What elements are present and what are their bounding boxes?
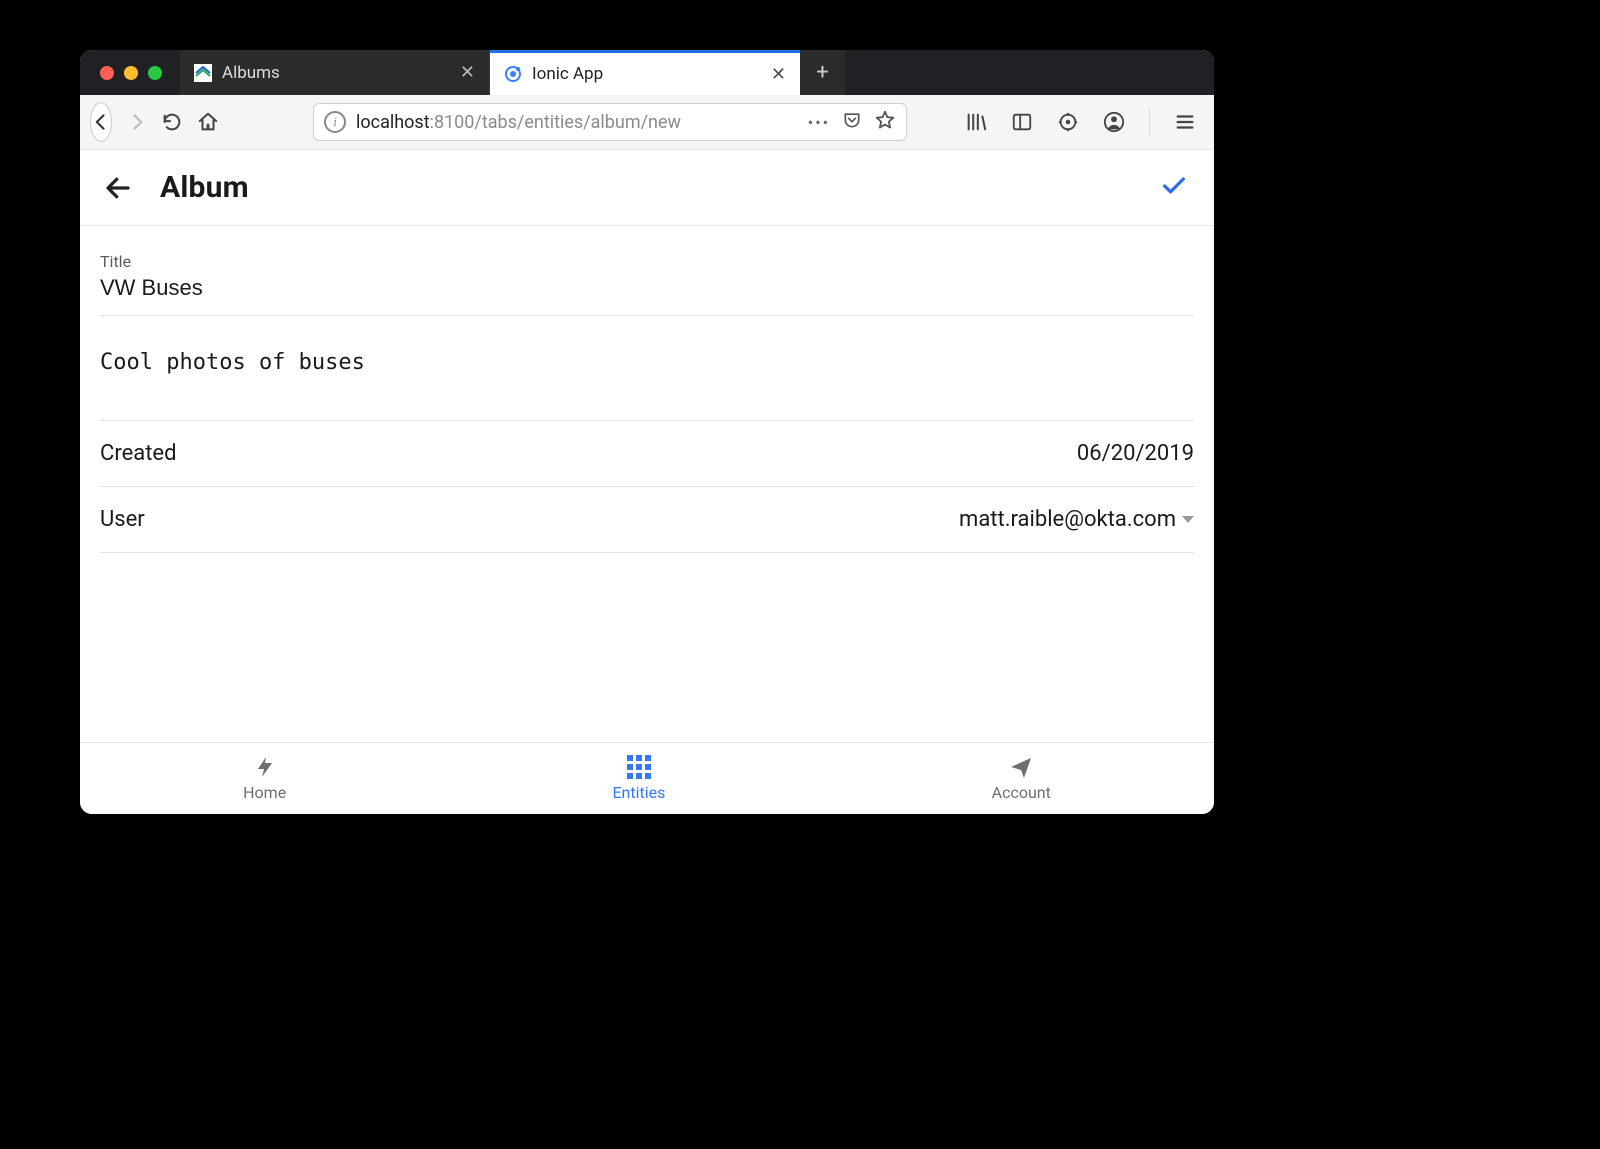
chevron-down-icon [1182, 516, 1194, 523]
nav-forward-button [126, 102, 147, 142]
title-input[interactable] [100, 275, 1194, 301]
tab-home[interactable]: Home [243, 755, 286, 802]
reload-button[interactable] [161, 107, 183, 137]
created-label: Created [100, 441, 176, 466]
url-toolbar: i localhost:8100/tabs/entities/album/new… [80, 95, 1214, 150]
flash-icon [253, 755, 277, 779]
user-value: matt.raible@okta.com [959, 507, 1176, 532]
save-button[interactable] [1160, 172, 1188, 204]
browser-tab-ionic[interactable]: Ionic App ✕ [490, 50, 800, 95]
favicon-icon [504, 65, 522, 83]
title-label: Title [100, 252, 1194, 271]
titlebar: Albums ✕ Ionic App ✕ + [80, 50, 1214, 95]
browser-window: Albums ✕ Ionic App ✕ + [80, 50, 1214, 814]
tab-label: Account [992, 783, 1051, 802]
extension-icon[interactable] [1053, 107, 1083, 137]
field-created[interactable]: Created 06/20/2019 [100, 421, 1194, 487]
content: Title Created 06/20/2019 User matt.raibl… [80, 226, 1214, 742]
send-icon [1009, 755, 1033, 779]
tab-account[interactable]: Account [992, 755, 1051, 802]
profile-icon[interactable] [1099, 107, 1129, 137]
pocket-icon[interactable] [842, 110, 862, 134]
sidebar-icon[interactable] [1007, 107, 1037, 137]
home-button[interactable] [197, 107, 219, 137]
back-button[interactable] [100, 170, 136, 206]
field-user[interactable]: User matt.raible@okta.com [100, 487, 1194, 553]
favicon-icon [194, 64, 212, 82]
address-bar[interactable]: i localhost:8100/tabs/entities/album/new… [313, 103, 907, 141]
nav-back-button[interactable] [90, 102, 112, 142]
app-header: Album [80, 150, 1214, 226]
tab-label: Ionic App [532, 64, 761, 84]
bookmark-star-icon[interactable] [874, 109, 896, 135]
tab-label: Home [243, 783, 286, 802]
url-host: localhost [356, 112, 430, 133]
tab-entities[interactable]: Entities [612, 755, 665, 802]
field-description[interactable] [100, 316, 1194, 421]
tab-label: Albums [222, 63, 450, 83]
close-tab-icon[interactable]: ✕ [771, 64, 786, 85]
page-actions-icon[interactable]: ••• [808, 113, 830, 132]
maximize-window-button[interactable] [148, 66, 162, 80]
user-select[interactable]: matt.raible@okta.com [959, 507, 1194, 532]
album-form: Title Created 06/20/2019 User matt.raibl… [80, 226, 1214, 553]
browser-tab-albums[interactable]: Albums ✕ [180, 50, 490, 95]
apps-grid-icon [627, 755, 651, 779]
separator [1149, 108, 1150, 136]
library-icon[interactable] [961, 107, 991, 137]
close-window-button[interactable] [100, 66, 114, 80]
user-label: User [100, 507, 145, 532]
window-controls [80, 50, 180, 95]
minimize-window-button[interactable] [124, 66, 138, 80]
url-text: localhost:8100/tabs/entities/album/new [356, 112, 798, 133]
created-value[interactable]: 06/20/2019 [1077, 441, 1194, 466]
site-info-icon[interactable]: i [324, 111, 346, 133]
toolbar-right [921, 107, 1200, 137]
hamburger-menu-icon[interactable] [1170, 107, 1200, 137]
tab-label: Entities [612, 783, 665, 802]
page-title: Album [160, 170, 249, 205]
browser-tabs: Albums ✕ Ionic App ✕ + [180, 50, 1214, 95]
description-input[interactable] [100, 332, 1194, 402]
close-tab-icon[interactable]: ✕ [460, 62, 475, 83]
tab-bar: Home Entities Account [80, 742, 1214, 814]
url-path: :8100/tabs/entities/album/new [430, 112, 681, 133]
field-title[interactable]: Title [100, 236, 1194, 316]
new-tab-button[interactable]: + [800, 50, 845, 95]
